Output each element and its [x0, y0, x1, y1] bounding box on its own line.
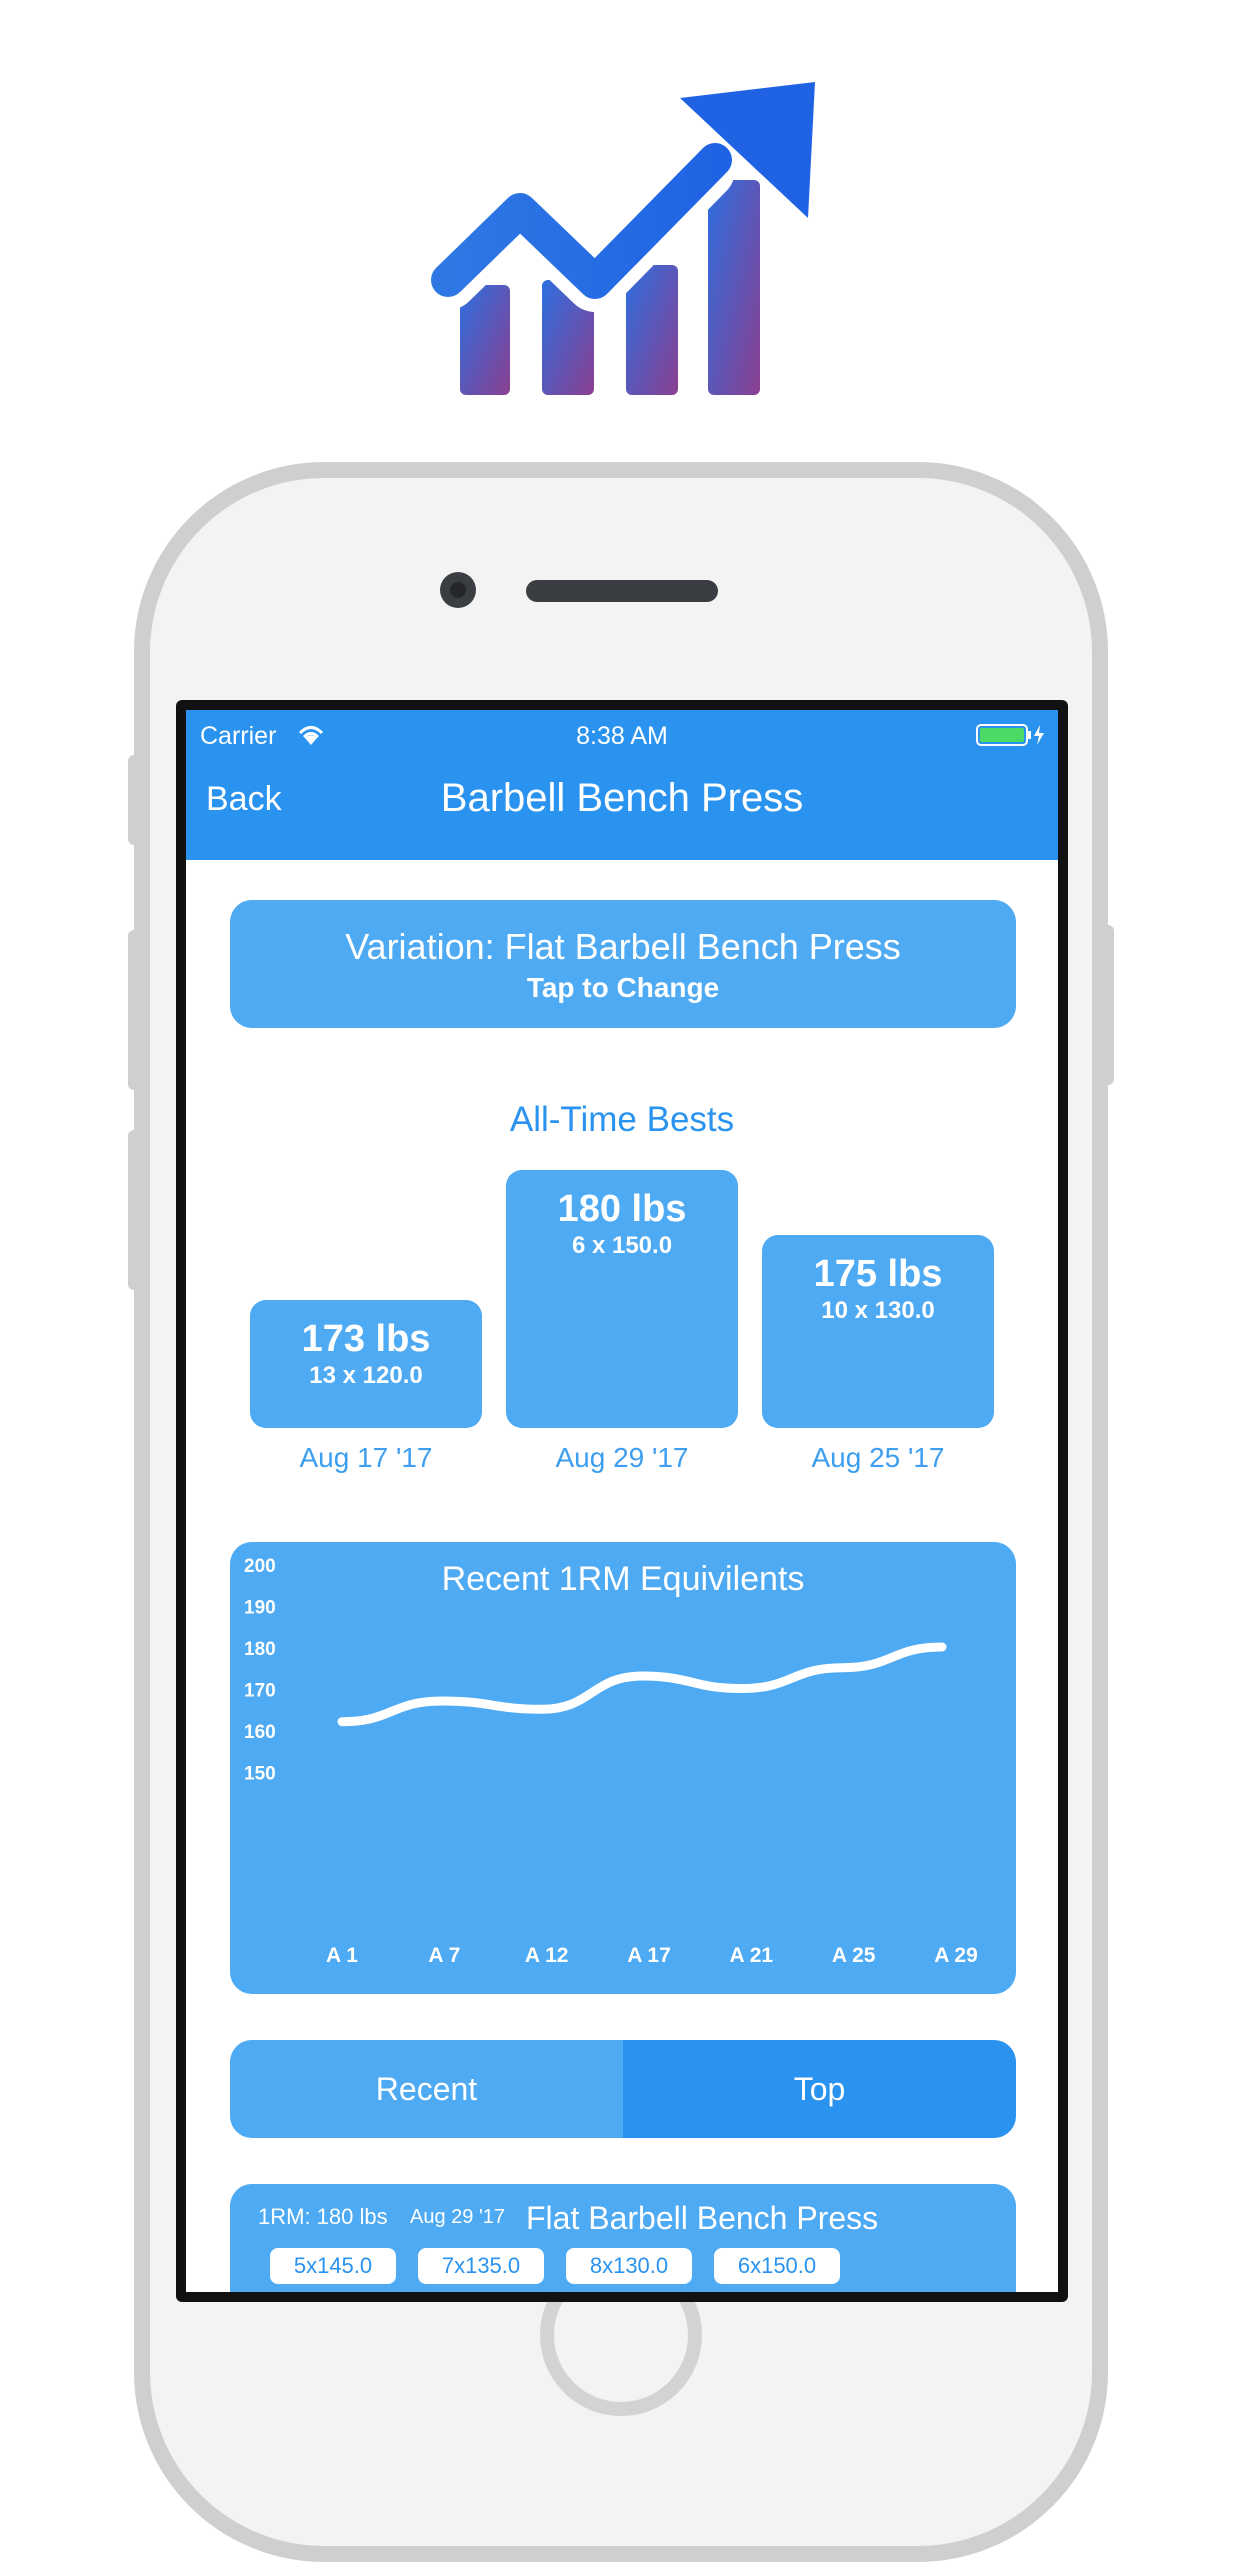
volume-up-button — [128, 930, 142, 1090]
set-chip: 6x150.0 — [714, 2248, 840, 2284]
variation-change-hint: Tap to Change — [526, 972, 720, 1003]
chart-x-tick: A 21 — [730, 1944, 774, 1967]
chart-title: Recent 1RM Equivilents — [442, 1560, 805, 1598]
app-logo-chart-icon — [430, 82, 815, 395]
power-button — [1100, 925, 1114, 1085]
segment-top[interactable]: Top — [623, 2040, 1016, 2138]
entry-one-rep-max: 1RM: 180 lbs — [258, 2204, 388, 2229]
chart-series-line — [337, 1642, 947, 1727]
chart-x-tick: A 25 — [832, 1944, 876, 1967]
earpiece-speaker — [526, 580, 718, 602]
chart-x-tick: A 7 — [428, 1944, 460, 1967]
chart-y-tick: 190 — [244, 1598, 276, 1619]
battery-icon — [976, 724, 1044, 746]
best-card[interactable]: 173 lbs 13 x 120.0 — [250, 1300, 482, 1428]
chart-x-tick: A 17 — [627, 1944, 671, 1967]
workout-entry-card[interactable]: 1RM: 180 lbs Aug 29 '17 Flat Barbell Ben… — [230, 2184, 1016, 2292]
set-chip: 7x135.0 — [418, 2248, 544, 2284]
phone-screen: Carrier 8:38 AM Back Barbell Bench Press… — [176, 700, 1068, 2302]
best-detail: 10 x 130.0 — [821, 1297, 935, 1324]
navigation-bar: Carrier 8:38 AM Back Barbell Bench Press — [186, 710, 1058, 860]
set-chip: 5x145.0 — [270, 2248, 396, 2284]
best-date: Aug 17 '17 — [299, 1442, 433, 1473]
variation-label: Variation: Flat Barbell Bench Press — [345, 926, 901, 967]
chart-y-tick: 150 — [244, 1764, 276, 1785]
chart-y-tick: 170 — [244, 1681, 276, 1702]
chart-x-tick: A 29 — [934, 1944, 978, 1967]
entry-exercise-name: Flat Barbell Bench Press — [526, 2200, 879, 2236]
best-date: Aug 25 '17 — [811, 1442, 945, 1473]
chart-y-tick: 160 — [244, 1722, 276, 1743]
best-detail: 13 x 120.0 — [309, 1362, 423, 1389]
best-weight: 180 lbs — [557, 1188, 687, 1230]
recent-top-segmented-control: Recent Top — [230, 2040, 1016, 2138]
chart-y-tick: 200 — [244, 1556, 276, 1577]
best-card[interactable]: 180 lbs 6 x 150.0 — [506, 1170, 738, 1428]
app-screen: Carrier 8:38 AM Back Barbell Bench Press… — [186, 710, 1058, 2292]
variation-selector-button[interactable]: Variation: Flat Barbell Bench Press Tap … — [230, 900, 1016, 1028]
best-detail: 6 x 150.0 — [571, 1232, 673, 1259]
best-card[interactable]: 175 lbs 10 x 130.0 — [762, 1235, 994, 1428]
status-time: 8:38 AM — [576, 722, 668, 750]
chart-y-tick: 180 — [244, 1639, 276, 1660]
best-date: Aug 29 '17 — [555, 1442, 689, 1473]
set-chip: 8x130.0 — [566, 2248, 692, 2284]
chart-x-tick: A 1 — [326, 1944, 358, 1967]
entry-date: Aug 29 '17 — [410, 2206, 506, 2228]
mute-switch — [128, 755, 142, 845]
all-time-bests-heading: All-Time Bests — [509, 1100, 735, 1139]
best-weight: 173 lbs — [301, 1318, 431, 1360]
volume-down-button — [128, 1130, 142, 1290]
front-camera — [440, 572, 476, 608]
segment-recent[interactable]: Recent — [230, 2040, 623, 2138]
chart-x-tick: A 12 — [525, 1944, 569, 1967]
best-weight: 175 lbs — [813, 1253, 943, 1295]
chart-canvas: Recent 1RM Equivilents 200 190 180 170 160 15… — [244, 1556, 978, 1967]
page-title: Barbell Bench Press — [440, 776, 804, 820]
recent-1rm-chart: Recent 1RM Equivilents 200 190 180 170 160 15… — [230, 1542, 1016, 1994]
